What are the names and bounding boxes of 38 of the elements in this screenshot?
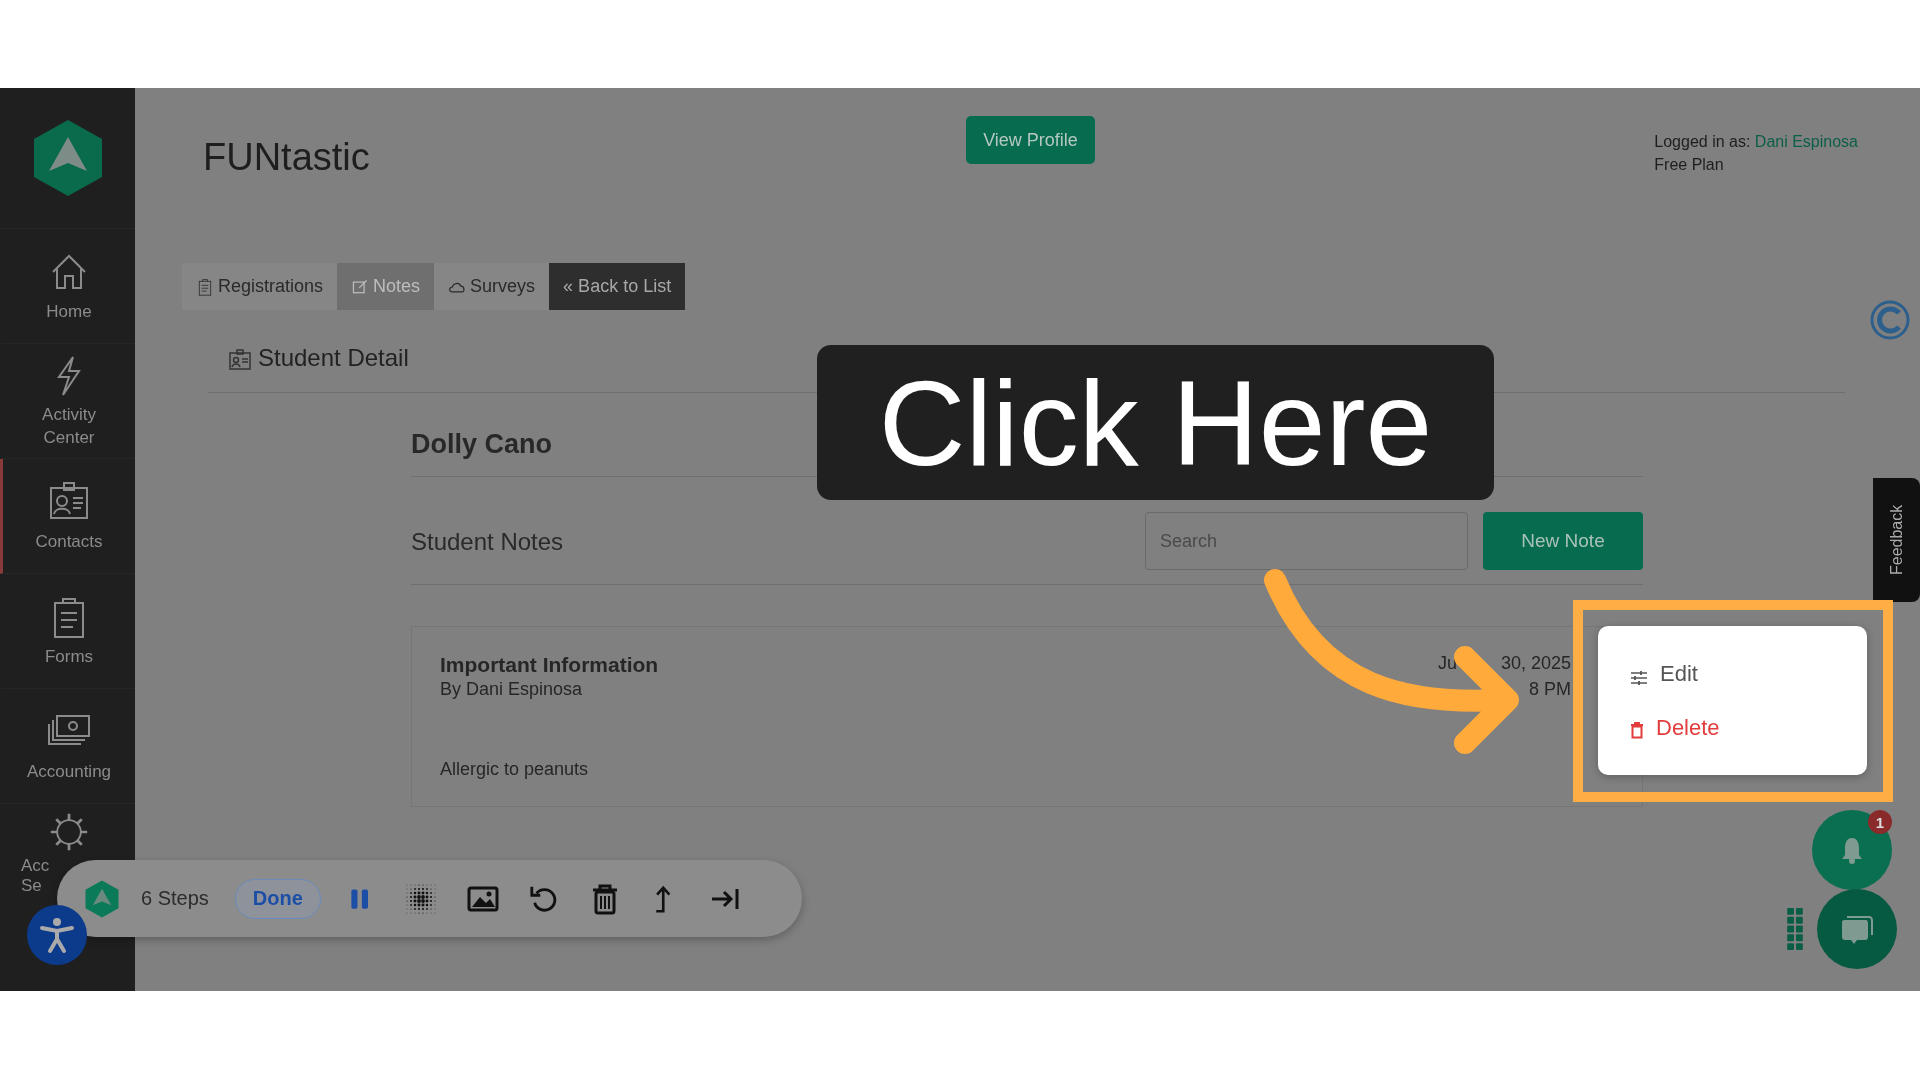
- logged-in-label: Logged in as:: [1654, 133, 1751, 150]
- app-title: FUNtastic: [203, 136, 371, 179]
- tab[interactable]: Surveys: [434, 263, 550, 310]
- edit-icon: [351, 277, 370, 296]
- sidebar-item[interactable]: Forms: [0, 574, 135, 689]
- feedback-tab[interactable]: Feedback: [1873, 478, 1920, 602]
- menu-item[interactable]: Delete: [1630, 706, 1867, 749]
- notes-heading: Student Notes: [411, 528, 565, 556]
- drag-handle-icon[interactable]: [1787, 908, 1803, 950]
- sidebar-item[interactable]: Activity Center: [0, 344, 135, 459]
- view-profile-button[interactable]: View Profile: [966, 116, 1095, 164]
- callout-label: Click Here: [817, 345, 1494, 500]
- back-to-list-button[interactable]: « Back to List: [549, 263, 686, 310]
- student-name: Dolly Cano: [411, 429, 552, 459]
- note-body: Allergic to peanuts: [440, 759, 590, 780]
- gear-icon: [49, 812, 89, 852]
- logo-icon[interactable]: [32, 119, 103, 197]
- tab[interactable]: Registrations: [182, 263, 338, 310]
- note-date-start: Ju: [1437, 653, 1457, 675]
- sidebar-item[interactable]: Accounting: [0, 689, 135, 804]
- note-title: Important Information: [440, 653, 660, 677]
- sidebar-label[interactable]: Acc Se: [21, 856, 50, 896]
- sidebar-item[interactable]: Contacts: [0, 459, 135, 574]
- note-date: 30, 2025: [1500, 653, 1571, 675]
- accessibility-icon: [37, 915, 77, 955]
- steps-count: 6 Steps: [141, 887, 209, 910]
- id-badge-icon: [228, 348, 252, 372]
- sidebar-item[interactable]: Home: [0, 229, 135, 344]
- note-author: By Dani Espinosa: [440, 679, 584, 700]
- done-button[interactable]: Done: [234, 878, 321, 919]
- trash-icon: [1630, 719, 1644, 736]
- plan-label: Free Plan: [1654, 155, 1725, 175]
- note-time: 8 PM: [1528, 679, 1571, 700]
- tab[interactable]: Notes: [337, 263, 435, 310]
- section-heading: Student Detail: [258, 344, 409, 372]
- new-note-button[interactable]: New Note: [1483, 512, 1643, 570]
- menu-item[interactable]: Edit: [1630, 652, 1867, 695]
- clipboard-icon: [196, 277, 214, 296]
